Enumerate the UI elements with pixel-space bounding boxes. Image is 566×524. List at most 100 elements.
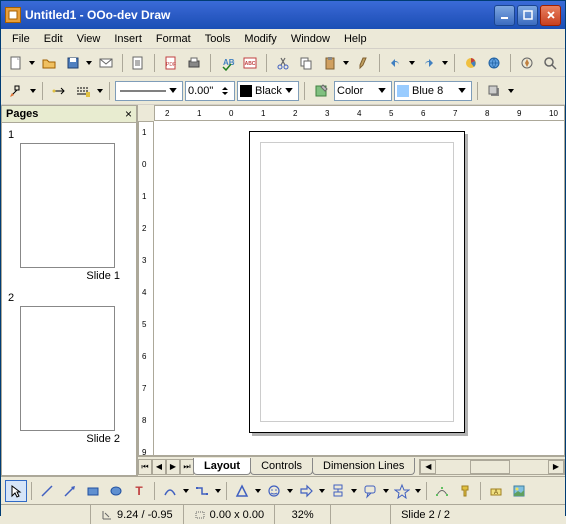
undo-button[interactable] (385, 52, 406, 74)
arrow-style-dropdown[interactable] (29, 80, 37, 102)
callouts-tool[interactable] (359, 480, 381, 502)
points-tool[interactable] (431, 480, 453, 502)
stars-tool[interactable] (391, 480, 413, 502)
page (249, 131, 465, 433)
line-style-select[interactable] (115, 81, 183, 101)
undo-dropdown[interactable] (408, 52, 416, 74)
paste-button[interactable] (319, 52, 340, 74)
line-color-select[interactable]: Black (237, 81, 299, 101)
select-tool[interactable] (5, 480, 27, 502)
line-style-button[interactable] (72, 80, 94, 102)
menu-edit[interactable]: Edit (37, 31, 70, 47)
line-style-dropdown[interactable] (96, 80, 104, 102)
stars-dropdown[interactable] (414, 480, 422, 502)
glue-points-tool[interactable] (454, 480, 476, 502)
email-button[interactable] (95, 52, 116, 74)
new-button[interactable] (5, 52, 26, 74)
pages-title: Pages (6, 108, 38, 120)
line-endstyle-button[interactable] (48, 80, 70, 102)
chart-button[interactable] (460, 52, 481, 74)
menu-view[interactable]: View (70, 31, 108, 47)
from-file-button[interactable] (508, 480, 530, 502)
fill-style-select[interactable]: Color (334, 81, 392, 101)
cut-button[interactable] (272, 52, 293, 74)
shadow-button[interactable] (483, 80, 505, 102)
line-tool[interactable] (36, 480, 58, 502)
spellcheck-button[interactable]: ABC (216, 52, 237, 74)
tab-layout[interactable]: Layout (193, 458, 251, 475)
save-dropdown[interactable] (85, 52, 93, 74)
horizontal-scrollbar[interactable]: ◀ ▶ (419, 459, 565, 475)
paste-dropdown[interactable] (342, 52, 350, 74)
print-button[interactable] (183, 52, 204, 74)
tab-last-button[interactable]: ⏭ (180, 459, 194, 475)
slide-thumb-2[interactable]: 2 Slide 2 (6, 290, 132, 445)
curve-tool[interactable] (159, 480, 181, 502)
status-zoom[interactable]: 32% (275, 505, 331, 524)
slide-thumb-1[interactable]: 1 Slide 1 (6, 127, 132, 282)
tab-prev-button[interactable]: ◀ (152, 459, 166, 475)
line-width-value: 0.00" (188, 85, 213, 97)
vertical-ruler[interactable]: 10123456789 (138, 121, 154, 456)
block-arrows-tool[interactable] (295, 480, 317, 502)
page-margin (260, 142, 454, 422)
callouts-dropdown[interactable] (382, 480, 390, 502)
navigator-button[interactable] (516, 52, 537, 74)
rectangle-tool[interactable] (82, 480, 104, 502)
fill-style-value: Color (337, 85, 363, 97)
drawing-canvas[interactable] (154, 121, 565, 456)
tab-first-button[interactable]: ⏮ (138, 459, 152, 475)
auto-spellcheck-button[interactable]: ABC (239, 52, 260, 74)
arrow-line-tool[interactable] (59, 480, 81, 502)
open-button[interactable] (38, 52, 59, 74)
fontwork-button[interactable]: A (485, 480, 507, 502)
horizontal-ruler[interactable]: 21012345678910 (154, 105, 565, 121)
symbol-shapes-tool[interactable] (263, 480, 285, 502)
menu-file[interactable]: File (5, 31, 37, 47)
basic-shapes-dropdown[interactable] (254, 480, 262, 502)
maximize-button[interactable] (517, 5, 538, 26)
tab-dimension-lines[interactable]: Dimension Lines (312, 458, 415, 475)
redo-button[interactable] (418, 52, 439, 74)
curve-dropdown[interactable] (182, 480, 190, 502)
format-paintbrush-button[interactable] (352, 52, 373, 74)
hyperlink-button[interactable] (484, 52, 505, 74)
scroll-left-button[interactable]: ◀ (420, 460, 436, 474)
menu-window[interactable]: Window (284, 31, 337, 47)
fill-color-select[interactable]: Blue 8 (394, 81, 472, 101)
pages-close-button[interactable]: × (125, 107, 132, 121)
area-button[interactable] (310, 80, 332, 102)
save-button[interactable] (62, 52, 83, 74)
redo-dropdown[interactable] (441, 52, 449, 74)
menu-format[interactable]: Format (149, 31, 198, 47)
flowchart-dropdown[interactable] (350, 480, 358, 502)
minimize-button[interactable] (494, 5, 515, 26)
text-tool[interactable]: T (128, 480, 150, 502)
menu-modify[interactable]: Modify (237, 31, 283, 47)
close-button[interactable] (540, 5, 561, 26)
zoom-button[interactable] (539, 52, 560, 74)
export-pdf-button[interactable]: PDF (160, 52, 181, 74)
menu-tools[interactable]: Tools (198, 31, 238, 47)
basic-shapes-tool[interactable] (231, 480, 253, 502)
connector-dropdown[interactable] (214, 480, 222, 502)
flowchart-tool[interactable] (327, 480, 349, 502)
tab-controls[interactable]: Controls (250, 458, 313, 475)
copy-button[interactable] (295, 52, 316, 74)
toolbar-overflow[interactable] (507, 80, 515, 102)
line-width-select[interactable]: 0.00" (185, 81, 235, 101)
menu-help[interactable]: Help (337, 31, 374, 47)
ellipse-tool[interactable] (105, 480, 127, 502)
scroll-thumb[interactable] (470, 460, 510, 474)
block-arrows-dropdown[interactable] (318, 480, 326, 502)
arrow-style-button[interactable] (5, 80, 27, 102)
pages-panel: Pages × 1 Slide 1 2 Slide 2 (1, 105, 138, 476)
tab-next-button[interactable]: ▶ (166, 459, 180, 475)
connector-tool[interactable] (191, 480, 213, 502)
edit-file-button[interactable] (128, 52, 149, 74)
symbol-shapes-dropdown[interactable] (286, 480, 294, 502)
scroll-right-button[interactable]: ▶ (548, 460, 564, 474)
status-insert-mode[interactable] (331, 505, 391, 524)
new-dropdown[interactable] (28, 52, 36, 74)
menu-insert[interactable]: Insert (107, 31, 149, 47)
